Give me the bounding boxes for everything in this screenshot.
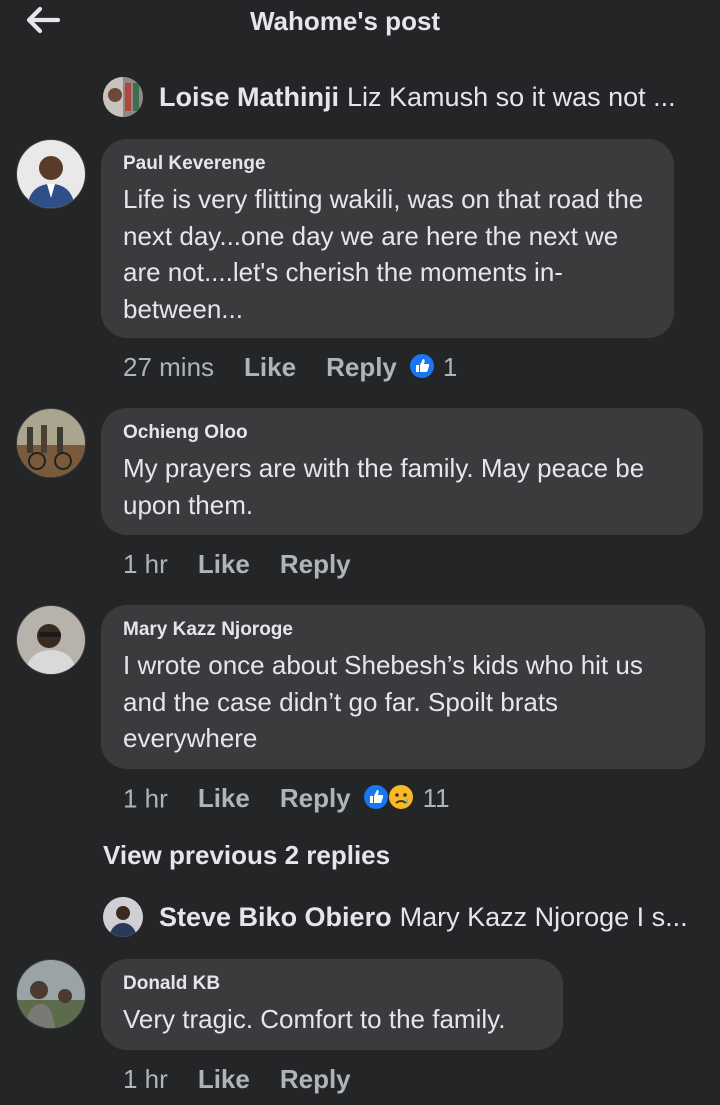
like-reaction-icon <box>409 353 434 378</box>
like-button[interactable]: Like <box>198 549 250 579</box>
comment-actions: 1 hr Like Reply <box>123 549 351 580</box>
reply-button[interactable]: Reply <box>280 783 351 813</box>
comment-time[interactable]: 1 hr <box>123 549 168 579</box>
view-previous-replies-link[interactable]: View previous 2 replies <box>103 840 390 871</box>
comment-actions: 1 hr Like Reply 11 <box>123 783 450 818</box>
comment-author[interactable]: Mary Kazz Njoroge <box>123 619 683 641</box>
like-button[interactable]: Like <box>198 1064 250 1094</box>
like-button[interactable]: Like <box>198 783 250 813</box>
reactions[interactable] <box>363 783 415 818</box>
like-button[interactable]: Like <box>244 352 296 382</box>
comment-text: Life is very flitting wakili, was on tha… <box>123 184 644 324</box>
like-reaction-icon <box>363 785 388 809</box>
reply-text: Mary Kazz Njoroge I s... <box>399 902 688 932</box>
avatar[interactable] <box>16 959 86 1029</box>
comment-time[interactable]: 1 hr <box>123 783 168 813</box>
comment-text: My prayers are with the family. May peac… <box>123 453 645 520</box>
reply-text: Liz Kamush so it was not ... <box>347 82 676 112</box>
reactions[interactable] <box>409 353 435 386</box>
comment-author[interactable]: Paul Keverenge <box>123 153 652 175</box>
page-title: Wahome's post <box>249 6 441 36</box>
avatar[interactable] <box>103 77 143 117</box>
comment-bubble[interactable]: Ochieng Oloo My prayers are with the fam… <box>101 408 703 535</box>
avatar[interactable] <box>16 139 86 209</box>
comment-bubble[interactable]: Paul Keverenge Life is very flitting wak… <box>101 139 674 338</box>
comment-text: Very tragic. Comfort to the family. <box>123 1004 506 1034</box>
sad-reaction-icon <box>387 784 414 810</box>
reply-preview[interactable]: Steve Biko Obiero Mary Kazz Njoroge I s..… <box>159 902 688 933</box>
comment-time[interactable]: 27 mins <box>123 352 214 382</box>
reaction-count: 1 <box>442 352 458 382</box>
avatar[interactable] <box>103 897 143 937</box>
reply-author[interactable]: Steve Biko Obiero <box>159 902 392 932</box>
reply-button[interactable]: Reply <box>280 549 351 579</box>
comment-bubble[interactable]: Mary Kazz Njoroge I wrote once about She… <box>101 605 705 769</box>
comment-actions: 27 mins Like Reply 1 <box>123 352 457 386</box>
reply-author[interactable]: Loise Mathinji <box>159 82 339 112</box>
comment-author[interactable]: Donald KB <box>123 973 541 995</box>
comment-actions: 1 hr Like Reply <box>123 1064 351 1095</box>
reply-button[interactable]: Reply <box>280 1064 351 1094</box>
avatar[interactable] <box>16 408 86 478</box>
comment-author[interactable]: Ochieng Oloo <box>123 422 681 444</box>
reply-button[interactable]: Reply <box>326 352 397 382</box>
reaction-count: 11 <box>422 783 450 814</box>
comment-bubble[interactable]: Donald KB Very tragic. Comfort to the fa… <box>101 959 563 1050</box>
comment-text: I wrote once about Shebesh’s kids who hi… <box>123 650 643 753</box>
avatar[interactable] <box>16 605 86 675</box>
reply-preview[interactable]: Loise Mathinji Liz Kamush so it was not .… <box>159 82 676 113</box>
comment-time[interactable]: 1 hr <box>123 1064 168 1094</box>
